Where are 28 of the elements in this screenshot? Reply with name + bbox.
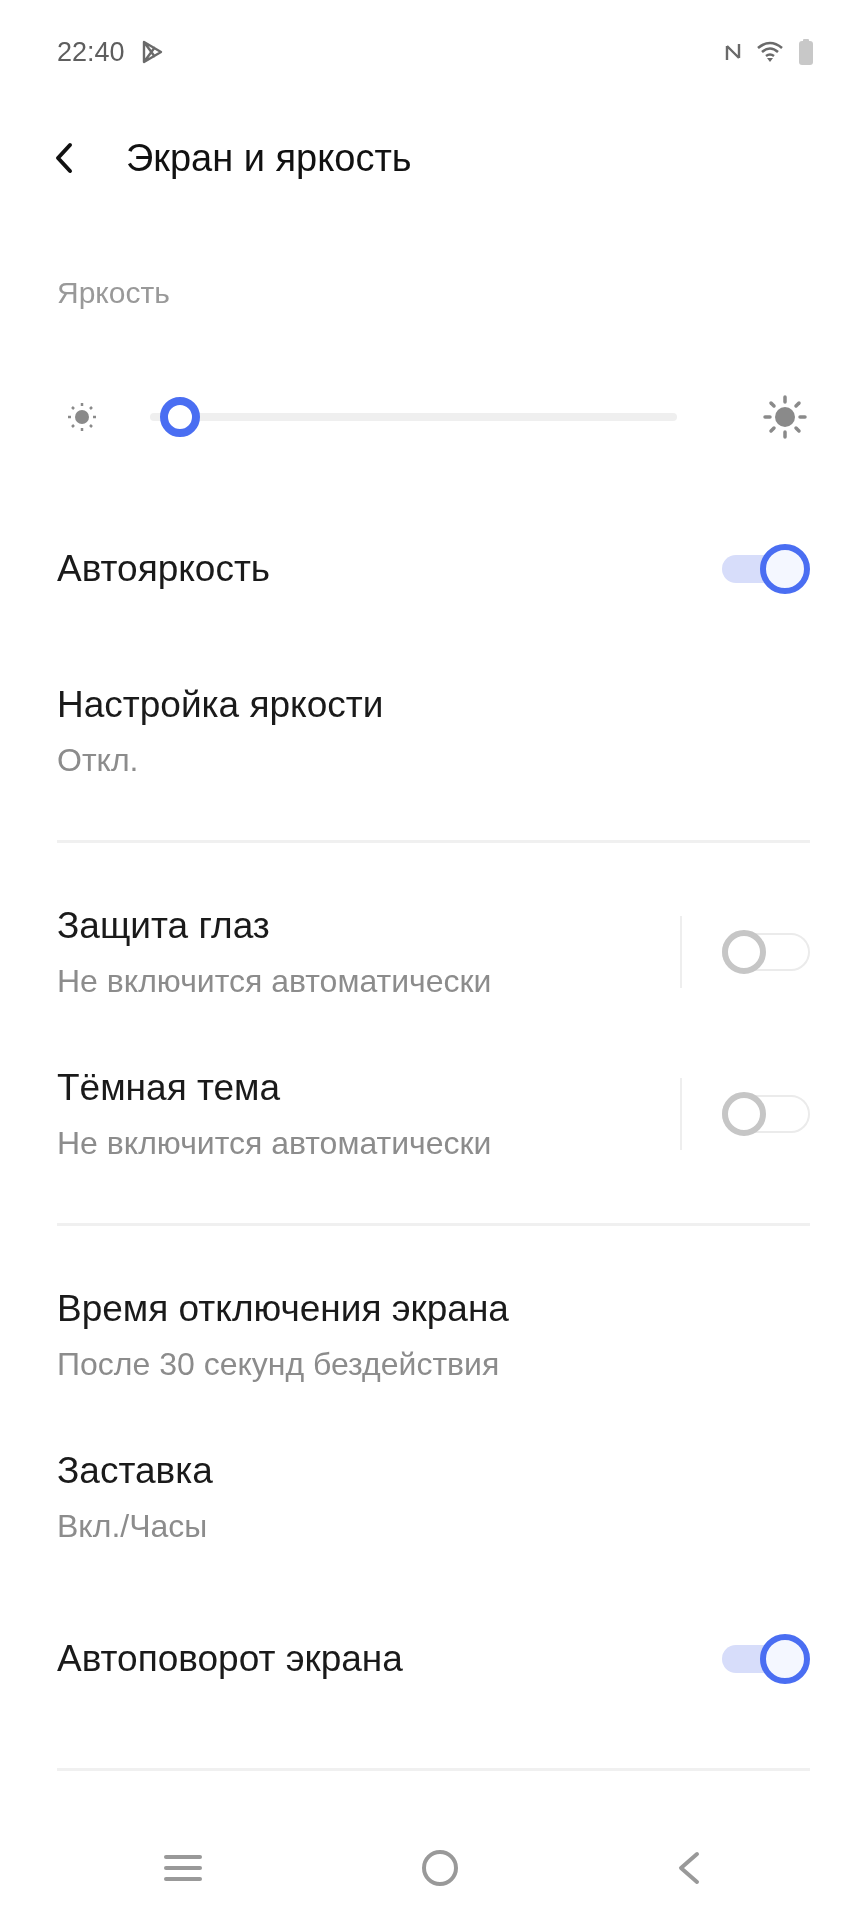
back-icon[interactable]	[677, 1851, 701, 1885]
setting-title: Защита глаз	[57, 904, 271, 947]
toggle-switch[interactable]	[722, 1634, 810, 1684]
battery-icon	[799, 39, 813, 65]
brightness-high-icon	[763, 395, 807, 439]
brightness-low-icon	[66, 401, 98, 433]
section-label: Яркость	[57, 276, 170, 310]
setting-value: Не включится автоматически	[57, 1124, 493, 1162]
setting-title: Тёмная тема	[57, 1066, 282, 1109]
setting-value: Вкл./Часы	[57, 1507, 209, 1545]
setting-value: После 30 секунд бездействия	[57, 1345, 501, 1383]
setting-title: Автоповорот экрана	[57, 1638, 404, 1680]
home-icon[interactable]	[421, 1849, 459, 1887]
wifi-icon	[757, 41, 783, 63]
setting-title: Заставка	[57, 1449, 214, 1492]
play-icon	[140, 40, 163, 64]
setting-value: Откл.	[57, 741, 140, 779]
toggle-switch[interactable]	[722, 544, 810, 594]
slider-thumb[interactable]	[159, 397, 200, 437]
screen-title: Экран и яркость	[126, 136, 412, 180]
setting-title: Автояркость	[57, 548, 272, 590]
brightness-slider[interactable]	[150, 397, 677, 437]
setting-value: Не включится автоматически	[57, 962, 493, 1000]
back-icon	[54, 142, 74, 174]
menu-icon[interactable]	[163, 1853, 203, 1883]
setting-title: Настройка яркости	[57, 683, 385, 726]
status-time: 22:40	[57, 36, 125, 68]
setting-title: Время отключения экрана	[57, 1287, 510, 1330]
